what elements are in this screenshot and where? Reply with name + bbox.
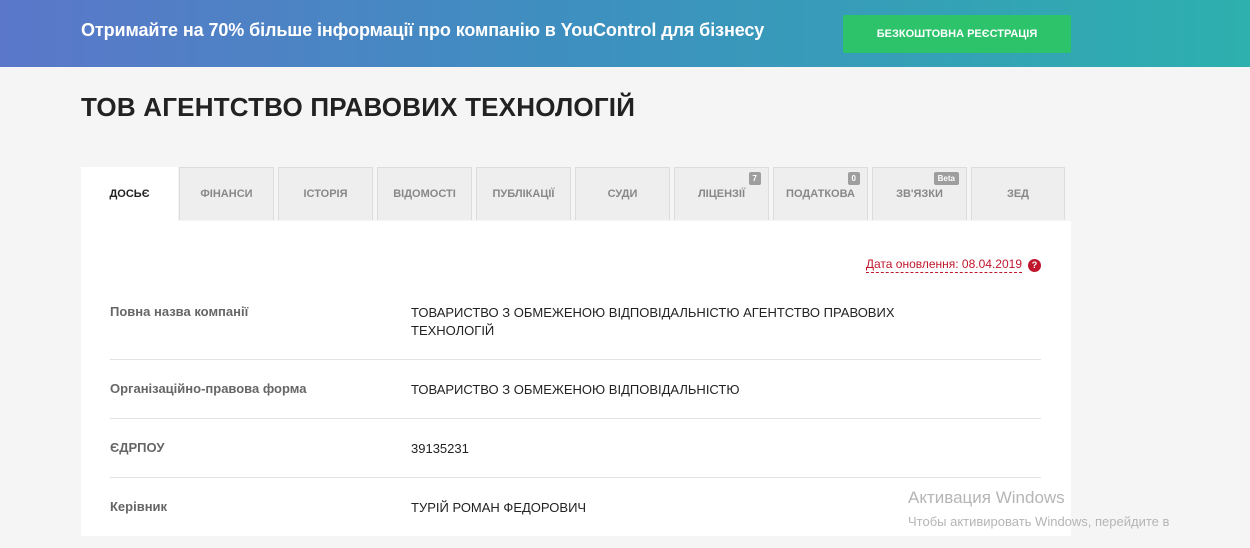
row-label: Керівник xyxy=(110,499,168,514)
dossier-panel: Дата оновлення: 08.04.2019 ? Повна назва… xyxy=(81,221,1071,536)
tab-label: Досьє xyxy=(109,188,150,200)
tab-licenses[interactable]: Ліцензії 7 xyxy=(674,167,769,220)
row-label: Організаційно-правова форма xyxy=(110,381,307,396)
tab-label: Зв'язки xyxy=(896,188,943,200)
tab-label: Історія xyxy=(303,188,348,200)
company-info-table: Повна назва компанії ТОВАРИСТВО З ОБМЕЖЕ… xyxy=(110,288,1041,548)
tab-label: Публікації xyxy=(492,188,555,200)
info-row-edrpou: ЄДРПОУ 39135231 xyxy=(110,419,1041,478)
tab-publications[interactable]: Публікації xyxy=(476,167,571,220)
tab-history[interactable]: Історія xyxy=(278,167,373,220)
tab-foreign-trade[interactable]: ЗЕД xyxy=(971,167,1065,220)
row-value: 39135231 xyxy=(411,441,469,456)
update-date-link[interactable]: Дата оновлення: 08.04.2019 xyxy=(865,257,1022,273)
company-title: ТОВ АГЕНТСТВО ПРАВОВИХ ТЕХНОЛОГІЙ xyxy=(81,92,636,122)
tab-finance[interactable]: Фінанси xyxy=(179,167,274,220)
tab-connections[interactable]: Зв'язки Beta xyxy=(872,167,967,220)
row-label: ЄДРПОУ xyxy=(110,440,165,455)
tab-label: Податкова xyxy=(786,188,855,200)
count-badge: 7 xyxy=(748,172,761,185)
promo-banner: Отримайте на 70% більше інформації про к… xyxy=(0,0,1250,67)
tab-label: Ліцензії xyxy=(697,188,746,200)
row-value: ТОВАРИСТВО З ОБМЕЖЕНОЮ ВІДПОВІДАЛЬНІСТЮ … xyxy=(411,305,895,338)
beta-badge: Beta xyxy=(933,172,959,185)
row-value: ТУРІЙ РОМАН ФЕДОРОВИЧ xyxy=(411,500,587,515)
tab-label: Фінанси xyxy=(200,188,253,200)
tab-label: Суди xyxy=(607,188,638,200)
row-label: Повна назва компанії xyxy=(110,304,249,319)
tab-label: Відомості xyxy=(393,188,456,200)
free-registration-button[interactable]: Безкоштовна реєстрація xyxy=(843,15,1071,53)
tab-label: ЗЕД xyxy=(1006,188,1030,200)
count-badge: 0 xyxy=(847,172,860,185)
promo-text: Отримайте на 70% більше інформації про к… xyxy=(81,20,765,40)
help-icon[interactable]: ? xyxy=(1028,258,1041,272)
tab-info[interactable]: Відомості xyxy=(377,167,472,220)
update-date: Дата оновлення: 08.04.2019 ? xyxy=(865,257,1041,273)
tab-tax[interactable]: Податкова 0 xyxy=(773,167,868,220)
row-value: ТОВАРИСТВО З ОБМЕЖЕНОЮ ВІДПОВІДАЛЬНІСТЮ xyxy=(411,382,740,397)
info-row-director: Керівник ТУРІЙ РОМАН ФЕДОРОВИЧ xyxy=(110,478,1041,548)
info-row-legal-form: Організаційно-правова форма ТОВАРИСТВО З… xyxy=(110,360,1041,419)
tab-courts[interactable]: Суди xyxy=(575,167,670,220)
tab-dossier[interactable]: Досьє xyxy=(81,167,178,221)
info-row-full-name: Повна назва компанії ТОВАРИСТВО З ОБМЕЖЕ… xyxy=(110,288,1041,360)
